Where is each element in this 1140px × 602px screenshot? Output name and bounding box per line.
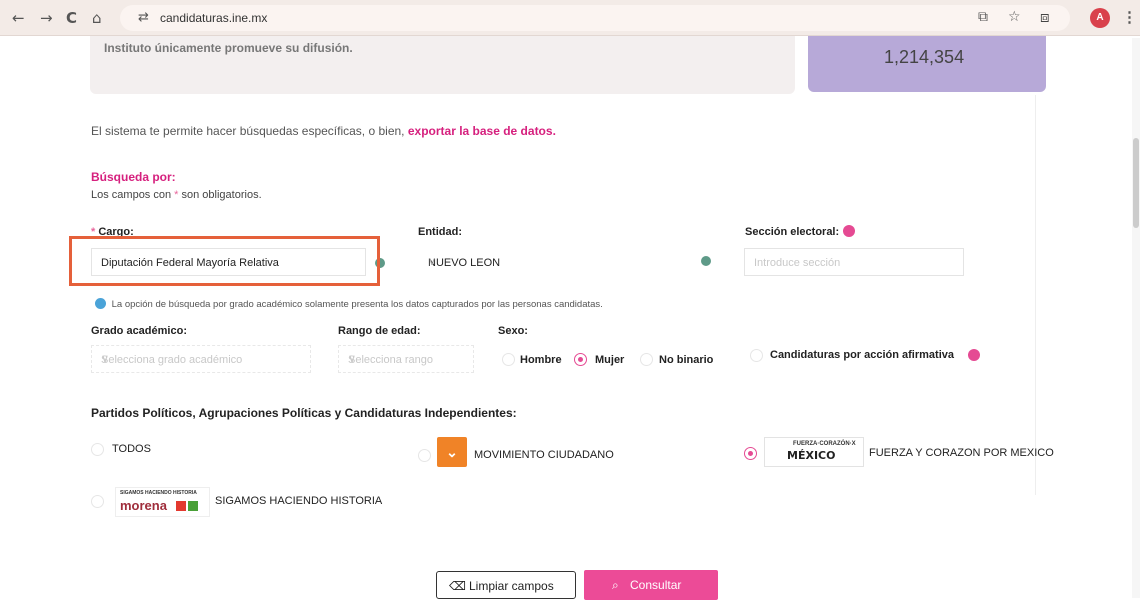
fcm-logo-main: MÉXICO [787, 449, 836, 462]
required-note: Los campos con * son obligatorios. [91, 189, 262, 201]
candidate-count: 1,214,354 [884, 47, 965, 67]
party-todos[interactable]: TODOS [112, 443, 151, 455]
morena-logo-top: SIGAMOS HACIENDO HISTORIA [120, 490, 197, 496]
seccion-placeholder: Introduce sección [754, 257, 841, 269]
divider [1035, 95, 1036, 495]
site-settings-icon[interactable]: ⇄ [138, 10, 149, 25]
afirmativa-help-icon[interactable] [968, 349, 980, 361]
radio-mujer[interactable] [574, 353, 587, 366]
fcm-logo-top: FUERZA·CORAZÓN·X [793, 441, 856, 447]
mc-logo: ⌄ [437, 437, 467, 467]
radio-mc[interactable] [418, 449, 431, 462]
forward-icon[interactable]: → [40, 9, 53, 27]
party-mc[interactable]: MOVIMIENTO CIUDADANO [474, 449, 614, 461]
home-icon[interactable]: ⌂ [92, 9, 102, 27]
required-prefix: Los campos con [91, 189, 172, 201]
pvem-logo-icon [188, 501, 198, 511]
chevron-down-icon: ∨ [348, 353, 357, 365]
grado-label: Grado académico: [91, 325, 187, 337]
extensions-icon[interactable]: ⧈ [1040, 8, 1050, 26]
edad-select[interactable]: Selecciona rango ∨ [338, 345, 474, 373]
share-icon[interactable]: ⧉ [978, 9, 988, 25]
radio-sigamos[interactable] [91, 495, 104, 508]
export-database-link[interactable]: exportar la base de datos. [408, 124, 556, 138]
count-card: 1,214,354 [808, 36, 1046, 92]
afirmativa-label[interactable]: Candidaturas por acción afirmativa [770, 349, 954, 361]
reload-icon[interactable]: C [66, 9, 77, 27]
radio-hombre[interactable] [502, 353, 515, 366]
menu-icon[interactable]: ⋮ [1122, 8, 1137, 26]
entidad-select[interactable]: NUEVO LEON ∨ [418, 248, 698, 276]
back-icon[interactable]: ← [12, 9, 25, 27]
scrollbar[interactable] [1132, 38, 1140, 598]
seccion-label: Sección electoral: [745, 226, 839, 238]
sexo-label: Sexo: [498, 325, 528, 337]
morena-logo: SIGAMOS HACIENDO HISTORIA morena [115, 487, 210, 517]
clear-fields-button[interactable]: ⌫ Limpiar campos [436, 571, 576, 599]
party-sigamos[interactable]: SIGAMOS HACIENDO HISTORIA [215, 495, 382, 507]
info-icon [95, 298, 106, 309]
entidad-status-icon [701, 256, 711, 266]
radio-todos[interactable] [91, 443, 104, 456]
info-text: La opción de búsqueda por grado académic… [111, 299, 603, 310]
chevron-down-icon: ∨ [428, 256, 437, 268]
option-hombre[interactable]: Hombre [520, 354, 562, 366]
info-banner: Instituto únicamente promueve su difusió… [90, 36, 795, 94]
eraser-icon: ⌫ [449, 579, 466, 593]
url-text[interactable]: candidaturas.ine.mx [160, 11, 267, 25]
search-icon: ⌕ [612, 578, 619, 592]
grado-select[interactable]: Selecciona grado académico ∨ [91, 345, 311, 373]
seccion-input[interactable]: Introduce sección [744, 248, 964, 276]
search-label: Consultar [630, 578, 682, 592]
parties-title: Partidos Políticos, Agrupaciones Polític… [91, 406, 517, 420]
search-section-title: Búsqueda por: [91, 170, 176, 184]
required-star: * [174, 189, 179, 201]
profile-avatar[interactable]: A [1090, 8, 1110, 28]
party-fcm[interactable]: FUERZA Y CORAZON POR MEXICO [869, 447, 1054, 459]
intro-label: El sistema te permite hacer búsquedas es… [91, 124, 405, 138]
morena-logo-main: morena [120, 498, 167, 513]
edad-label: Rango de edad: [338, 325, 421, 337]
bookmark-star-icon[interactable]: ☆ [1008, 9, 1021, 25]
checkbox-afirmativa[interactable] [750, 349, 763, 362]
banner-text: Instituto únicamente promueve su difusió… [104, 41, 353, 55]
option-mujer[interactable]: Mujer [595, 354, 624, 366]
address-bar[interactable]: ⇄ candidaturas.ine.mx ⧉ ☆ [120, 5, 1070, 31]
entidad-label: Entidad: [418, 226, 462, 238]
academic-info: La opción de búsqueda por grado académic… [95, 298, 603, 310]
chevron-down-icon: ∨ [101, 353, 110, 365]
browser-toolbar: ← → C ⌂ ⇄ candidaturas.ine.mx ⧉ ☆ ⧈ A ⋮ [0, 0, 1140, 36]
cargo-highlight-box [69, 236, 380, 286]
seccion-help-icon[interactable] [843, 225, 855, 237]
pt-logo-icon [176, 501, 186, 511]
intro-text: El sistema te permite hacer búsquedas es… [91, 124, 556, 138]
radio-fcm[interactable] [744, 447, 757, 460]
seccion-label-text: Sección electoral: [745, 226, 840, 238]
option-no-binario[interactable]: No binario [659, 354, 713, 366]
scrollbar-thumb[interactable] [1133, 138, 1139, 228]
radio-no-binario[interactable] [640, 353, 653, 366]
clear-fields-label: Limpiar campos [469, 579, 554, 593]
fcm-logo: FUERZA·CORAZÓN·X MÉXICO [764, 437, 864, 467]
search-button[interactable]: ⌕ Consultar [584, 570, 718, 600]
required-suffix: son obligatorios. [181, 189, 262, 201]
